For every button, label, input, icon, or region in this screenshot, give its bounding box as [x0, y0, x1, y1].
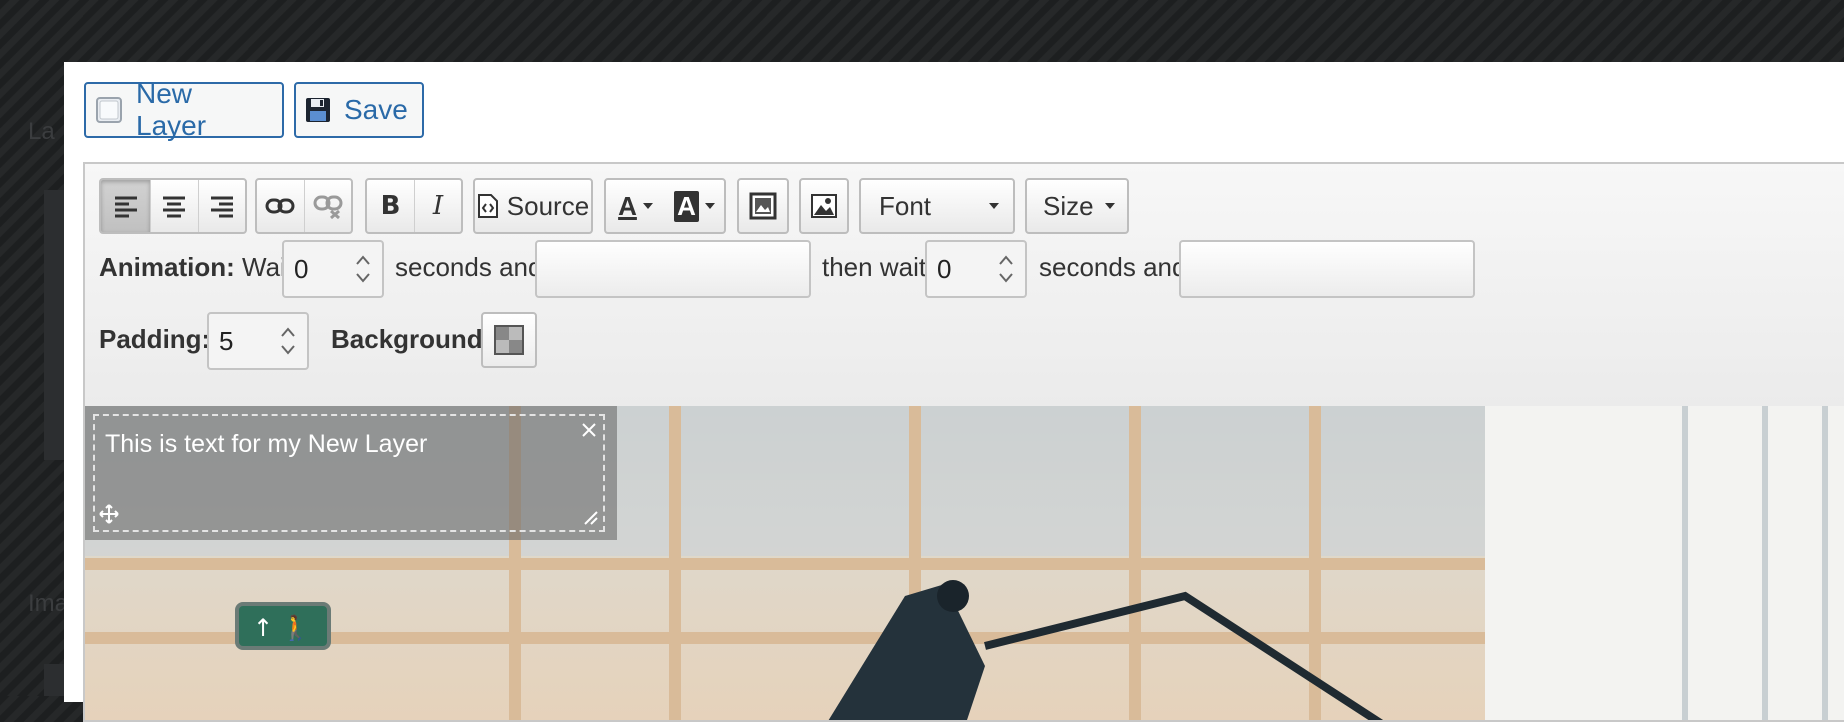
- italic-button[interactable]: I: [413, 180, 461, 232]
- slide-canvas[interactable]: ↑ 🚶 This is text for my New Layer: [85, 406, 1844, 720]
- seconds-and-label-2: seconds and: [1039, 252, 1187, 282]
- new-layer-icon: [94, 95, 124, 125]
- resize-handle-icon[interactable]: [583, 510, 599, 526]
- move-icon[interactable]: [99, 504, 119, 524]
- image-frame-group: [737, 178, 789, 234]
- remove-link-button[interactable]: [303, 180, 351, 232]
- stepper-icon[interactable]: [354, 252, 372, 286]
- then-wait-label: then wait: [822, 252, 927, 282]
- editor-toolbar: B I Source A A Font Size Animation: Wait…: [85, 164, 1844, 408]
- padding-input[interactable]: 5: [207, 312, 309, 370]
- image-frame-icon: [749, 192, 777, 220]
- size-dropdown[interactable]: Size: [1025, 178, 1129, 234]
- chevron-down-icon: [1105, 203, 1115, 209]
- text-color-button[interactable]: A: [606, 180, 665, 232]
- image-group: [799, 178, 849, 234]
- alignment-group: [99, 178, 247, 234]
- color-group: A A: [604, 178, 726, 234]
- padding-label: Padding:: [99, 324, 211, 354]
- close-icon[interactable]: [581, 422, 597, 438]
- text-color-icon: A: [618, 190, 637, 221]
- save-label: Save: [344, 94, 408, 125]
- source-button[interactable]: Source: [475, 180, 591, 232]
- transparent-swatch-icon: [494, 325, 524, 355]
- svg-text:↑ 🚶: ↑ 🚶: [253, 614, 311, 642]
- animation-out-select[interactable]: [1179, 240, 1475, 298]
- bold-button[interactable]: B: [367, 180, 414, 232]
- background-label: Background:: [331, 324, 492, 354]
- align-left-icon: [114, 196, 137, 218]
- source-label: Source: [506, 190, 590, 221]
- size-label: Size: [1043, 190, 1094, 221]
- link-icon: [265, 198, 295, 214]
- animation-label: Animation: Wait: [99, 252, 294, 282]
- bold-icon: B: [380, 191, 401, 221]
- background-color-picker[interactable]: [481, 312, 537, 368]
- format-group: B I: [365, 178, 463, 234]
- new-layer-label: New Layer: [136, 78, 207, 141]
- insert-image-frame-button[interactable]: [739, 180, 787, 232]
- chevron-down-icon: [989, 203, 999, 209]
- backdrop-panel-fragment: [44, 190, 64, 460]
- seconds-and-label: seconds and: [395, 252, 543, 282]
- stepper-icon[interactable]: [279, 324, 297, 358]
- floppy-disk-icon: [304, 96, 332, 124]
- italic-icon: I: [432, 191, 444, 221]
- then-wait-seconds-input[interactable]: 0: [925, 240, 1027, 298]
- backdrop-panel-fragment: [44, 664, 64, 696]
- font-dropdown[interactable]: Font: [859, 178, 1015, 234]
- align-left-button[interactable]: [101, 180, 151, 232]
- link-group: [255, 178, 353, 234]
- layer-editor-modal: New Layer Save B I Source A A Font Size …: [64, 62, 1844, 722]
- insert-image-button[interactable]: [801, 180, 847, 232]
- image-icon: [811, 194, 837, 218]
- stepper-icon[interactable]: [997, 252, 1015, 286]
- animation-in-select[interactable]: [535, 240, 811, 298]
- align-center-icon: [163, 196, 186, 218]
- rich-text-editor: B I Source A A Font Size Animation: Wait…: [83, 162, 1844, 722]
- save-button[interactable]: Save: [294, 82, 424, 138]
- source-code-icon: [477, 194, 498, 218]
- text-layer[interactable]: This is text for my New Layer: [85, 406, 617, 540]
- source-group: Source: [473, 178, 593, 234]
- unlink-icon: [313, 195, 343, 219]
- align-right-button[interactable]: [197, 180, 245, 232]
- background-color-icon: A: [674, 190, 699, 222]
- backdrop-text-fragment: Ima: [28, 590, 69, 617]
- align-right-icon: [210, 196, 233, 218]
- background-color-button[interactable]: A: [665, 180, 724, 232]
- layer-text[interactable]: This is text for my New Layer: [105, 430, 427, 459]
- wait-seconds-input[interactable]: 0: [282, 240, 384, 298]
- align-center-button[interactable]: [150, 180, 197, 232]
- insert-link-button[interactable]: [257, 180, 304, 232]
- font-label: Font: [879, 190, 932, 221]
- backdrop-text-fragment: La: [28, 118, 55, 145]
- new-layer-button[interactable]: New Layer: [84, 78, 284, 141]
